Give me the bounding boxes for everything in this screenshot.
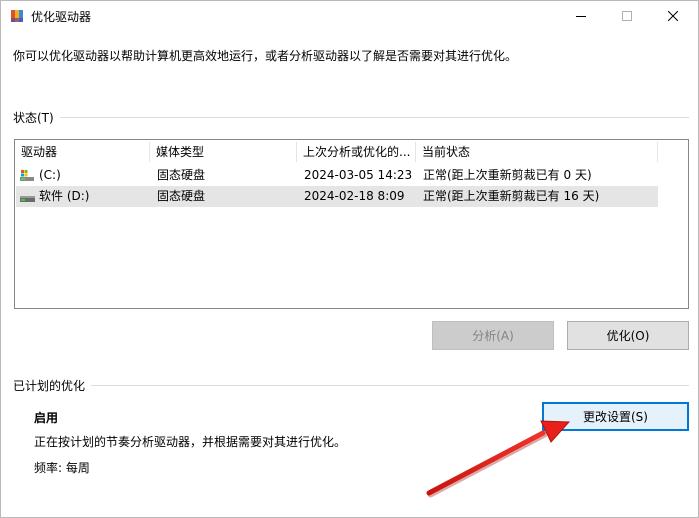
table-row[interactable]: 软件 (D:) 固态硬盘 2024-02-18 8:09 正常(距上次重新剪裁已… [16, 186, 658, 207]
maximize-button[interactable] [604, 1, 650, 31]
drive-list-header: 驱动器 媒体类型 上次分析或优化的... 当前状态 [15, 140, 688, 164]
column-header-current-status[interactable]: 当前状态 [416, 140, 656, 164]
maximize-icon [622, 11, 632, 21]
drive-icon [20, 196, 35, 202]
last-run: 2024-03-05 14:23 [304, 168, 413, 182]
column-header-last-run[interactable]: 上次分析或优化的... [297, 140, 415, 164]
table-row[interactable]: (C:) 固态硬盘 2024-03-05 14:23 正常(距上次重新剪裁已有 … [16, 165, 658, 186]
last-run: 2024-02-18 8:09 [304, 189, 405, 203]
column-header-drive[interactable]: 驱动器 [15, 140, 149, 164]
status-group-divider [13, 117, 689, 118]
schedule-description: 正在按计划的节奏分析驱动器，并根据需要对其进行优化。 [34, 435, 347, 449]
drive-list[interactable]: 驱动器 媒体类型 上次分析或优化的... 当前状态 (C:) 固态硬盘 2024… [14, 139, 689, 309]
drive-name: 软件 (D:) [39, 189, 90, 203]
title-bar[interactable]: 优化驱动器 [1, 1, 698, 31]
schedule-group-divider [13, 385, 689, 386]
change-settings-button[interactable]: 更改设置(S) [542, 402, 689, 431]
media-type: 固态硬盘 [157, 168, 206, 182]
status-group-label: 状态(T) [13, 109, 60, 126]
schedule-group-label: 已计划的优化 [13, 377, 92, 394]
schedule-frequency: 频率: 每周 [34, 461, 90, 475]
current-status: 正常(距上次重新剪裁已有 0 天) [423, 168, 592, 182]
column-separator[interactable] [657, 142, 658, 162]
minimize-icon [576, 16, 586, 17]
drive-name: (C:) [39, 168, 61, 182]
current-status: 正常(距上次重新剪裁已有 16 天) [423, 189, 600, 203]
analyze-button[interactable]: 分析(A) [432, 321, 554, 350]
minimize-button[interactable] [558, 1, 604, 31]
column-header-media-type[interactable]: 媒体类型 [150, 140, 296, 164]
close-icon [668, 11, 678, 21]
close-button[interactable] [650, 1, 696, 31]
defrag-app-icon [11, 10, 23, 22]
intro-text: 你可以优化驱动器以帮助计算机更高效地运行，或者分析驱动器以了解是否需要对其进行优… [13, 49, 518, 63]
schedule-status: 启用 [34, 411, 59, 425]
optimize-button[interactable]: 优化(O) [567, 321, 689, 350]
system-drive-icon [20, 170, 34, 181]
media-type: 固态硬盘 [157, 189, 206, 203]
window-title: 优化驱动器 [31, 10, 92, 24]
optimize-drives-window: 优化驱动器 你可以优化驱动器以帮助计算机更高效地运行，或者分析驱动器以了解是否需… [0, 0, 699, 518]
